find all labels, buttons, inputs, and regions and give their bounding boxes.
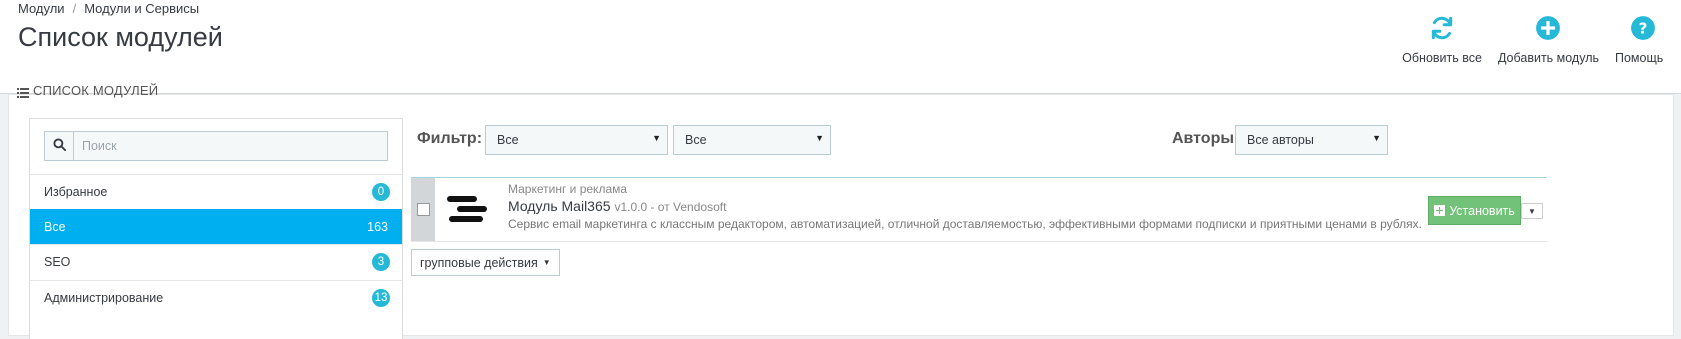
filter-select-status[interactable]: Все ▼ xyxy=(673,125,831,155)
list-icon xyxy=(17,86,29,98)
module-name: Модуль Mail365 xyxy=(508,198,611,214)
modules-panel: СПИСОК МОДУЛЕЙ Избранное 0 Все 163 SEO 3… xyxy=(8,83,1674,339)
module-title: Модуль Mail365 v1.0.0 - от Vendosoft xyxy=(508,198,726,214)
category-count-badge: 13 xyxy=(372,289,390,307)
category-sidebar: Избранное 0 Все 163 SEO 3 Администрирова… xyxy=(29,118,403,339)
authors-label: Авторы xyxy=(1172,130,1235,147)
breadcrumb: Модули / Модули и Сервисы xyxy=(18,1,199,16)
category-label: SEO xyxy=(44,255,71,269)
category-administration[interactable]: Администрирование 13 xyxy=(30,280,402,315)
module-description: Сервис email маркетинга с классным редак… xyxy=(508,217,1422,231)
authors-select[interactable]: Все авторы ▼ xyxy=(1235,125,1388,155)
install-button[interactable]: Установить xyxy=(1428,196,1521,225)
authors-select-value: Все авторы xyxy=(1247,133,1314,147)
help-button[interactable]: ? Помощь xyxy=(1615,12,1681,65)
module-select-cell xyxy=(411,178,435,241)
breadcrumb-separator: / xyxy=(72,1,77,16)
module-logo xyxy=(447,188,491,232)
category-seo[interactable]: SEO 3 xyxy=(30,244,402,279)
filter-select-value: Все xyxy=(497,133,519,147)
plus-square-icon xyxy=(1434,205,1446,216)
caret-down-icon: ▼ xyxy=(542,258,551,267)
module-category: Маркетинг и реклама xyxy=(508,182,628,196)
category-count-badge: 0 xyxy=(372,183,390,201)
caret-down-icon: ▼ xyxy=(1528,206,1536,216)
bulk-actions-label: групповые действия xyxy=(420,255,538,270)
search-box xyxy=(44,131,388,161)
panel-heading: СПИСОК МОДУЛЕЙ xyxy=(17,83,158,98)
category-label: Все xyxy=(44,220,66,234)
module-row: Маркетинг и реклама Модуль Mail365 v1.0.… xyxy=(411,177,1547,242)
install-label: Установить xyxy=(1449,203,1515,218)
search-icon xyxy=(52,138,66,154)
refresh-all-label: Обновить все xyxy=(1402,51,1482,65)
category-label: Избранное xyxy=(44,185,108,199)
refresh-icon xyxy=(1426,12,1458,44)
caret-down-icon: ▼ xyxy=(815,133,824,143)
install-dropdown-toggle[interactable]: ▼ xyxy=(1521,203,1543,219)
category-count-badge: 163 xyxy=(367,220,388,234)
refresh-all-button[interactable]: Обновить все xyxy=(1402,12,1482,65)
toolbar: Обновить все Добавить модуль ? Помощь xyxy=(1386,12,1681,65)
add-module-button[interactable]: Добавить модуль xyxy=(1498,12,1599,65)
help-label: Помощь xyxy=(1615,51,1664,65)
help-icon: ? xyxy=(1627,12,1659,44)
category-count-badge: 3 xyxy=(372,253,390,271)
caret-down-icon: ▼ xyxy=(652,133,661,143)
filter-select-value: Все xyxy=(685,133,707,147)
panel-heading-text: СПИСОК МОДУЛЕЙ xyxy=(33,83,159,98)
category-favorites[interactable]: Избранное 0 xyxy=(30,174,402,209)
category-all[interactable]: Все 163 xyxy=(30,209,402,244)
breadcrumb-parent[interactable]: Модули xyxy=(18,1,65,16)
module-version: v1.0.0 - от Vendosoft xyxy=(614,200,727,214)
add-module-label: Добавить модуль xyxy=(1497,51,1599,65)
page-header: Модули / Модули и Сервисы Список модулей О… xyxy=(0,0,1681,94)
category-label: Администрирование xyxy=(44,291,164,305)
filter-select-category[interactable]: Все ▼ xyxy=(485,125,668,155)
bulk-actions-button[interactable]: групповые действия ▼ xyxy=(411,249,560,276)
add-circle-icon xyxy=(1532,12,1564,44)
module-checkbox[interactable] xyxy=(416,203,430,216)
caret-down-icon: ▼ xyxy=(1372,133,1381,143)
breadcrumb-current[interactable]: Модули и Сервисы xyxy=(84,1,199,16)
search-input[interactable] xyxy=(74,132,387,160)
svg-text:?: ? xyxy=(1639,19,1648,37)
filter-label: Фильтр: xyxy=(417,130,483,147)
page-title: Список модулей xyxy=(18,22,223,52)
search-button[interactable] xyxy=(45,132,74,160)
